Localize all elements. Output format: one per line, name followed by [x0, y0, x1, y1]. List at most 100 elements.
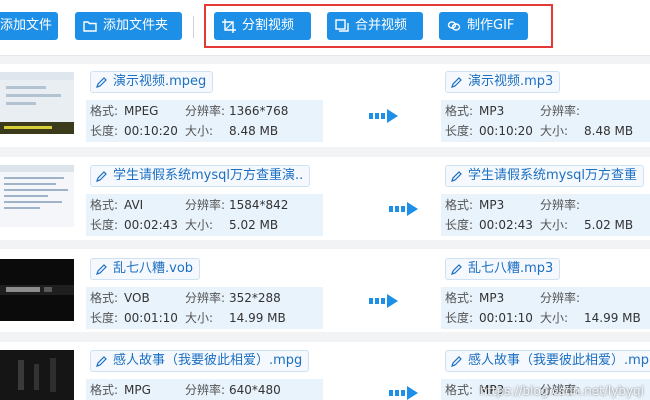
- edit-icon: [451, 263, 462, 275]
- resolution-value: 640*480: [229, 383, 281, 397]
- target-filename-text: 乱七八糟.mp3: [468, 261, 554, 276]
- size-value: 8.48 MB: [229, 124, 279, 138]
- target-info-panel: 格式: MP3 分辨率: 长度: 00:02:43 大小: 5.02 MB: [441, 194, 650, 236]
- duration-label: 长度:: [445, 311, 474, 325]
- format-value: MP3: [479, 104, 505, 118]
- duration-label: 长度:: [90, 218, 119, 232]
- target-filename-text: 感人故事（我要彼此相爱）.mp3: [468, 353, 650, 368]
- size-label: 大小:: [185, 311, 214, 325]
- source-info-panel: 格式: MPEG 分辨率: 1366*768 长度: 00:10:20 大小: …: [86, 100, 323, 142]
- convert-arrow-icon: [389, 202, 418, 216]
- file-row[interactable]: 学生请假系统mysql万方查重演.. 格式: AVI 分辨率: 1584*842…: [0, 157, 650, 240]
- video-thumbnail: [0, 259, 74, 321]
- edit-icon: [451, 76, 462, 88]
- source-filename-text: 学生请假系统mysql万方查重演..: [113, 168, 304, 183]
- size-label: 大小:: [185, 218, 214, 232]
- source-filename[interactable]: 学生请假系统mysql万方查重演..: [90, 165, 311, 187]
- size-value: 14.99 MB: [584, 311, 641, 325]
- format-label: 格式:: [90, 104, 119, 118]
- resolution-label: 分辨率:: [185, 198, 226, 212]
- target-filename[interactable]: 学生请假系统mysql万方查重: [445, 165, 644, 187]
- make-gif-button[interactable]: 制作GIF: [439, 12, 528, 40]
- size-value: 5.02 MB: [229, 218, 279, 232]
- format-label: 格式:: [90, 291, 119, 305]
- add-file-label: 添加文件: [0, 18, 53, 33]
- target-filename[interactable]: 乱七八糟.mp3: [445, 258, 561, 280]
- merge-video-button[interactable]: 合并视频: [327, 12, 423, 40]
- target-filename[interactable]: 感人故事（我要彼此相爱）.mp3: [445, 350, 650, 372]
- source-filename[interactable]: 演示视频.mpeg: [90, 71, 214, 93]
- format-label: 格式:: [90, 198, 119, 212]
- file-row[interactable]: 乱七八糟.vob 格式: VOB 分辨率: 352*288 长度: 00:01:…: [0, 249, 650, 332]
- link-icon: [447, 21, 461, 31]
- resolution-value: 1584*842: [229, 198, 289, 212]
- resolution-label: 分辨率:: [185, 104, 226, 118]
- format-value: MP3: [479, 198, 505, 212]
- format-value: MP3: [479, 291, 505, 305]
- toolbar: 添加文件 添加文件夹 分割视频 合并视频 制作GIF: [0, 0, 650, 56]
- duration-label: 长度:: [90, 124, 119, 138]
- source-filename[interactable]: 乱七八糟.vob: [90, 258, 201, 280]
- source-filename-text: 演示视频.mpeg: [113, 74, 207, 89]
- duration-value: 00:01:10: [124, 311, 178, 325]
- size-value: 14.99 MB: [229, 311, 286, 325]
- target-info-panel: 格式: MP3 分辨率: 长度: 00:10:20 大小: 8.48 MB: [441, 100, 650, 142]
- crop-icon: [222, 19, 236, 33]
- duration-value: 00:02:43: [124, 218, 178, 232]
- size-label: 大小:: [540, 124, 569, 138]
- duration-value: 00:02:43: [479, 218, 533, 232]
- merge-video-label: 合并视频: [355, 18, 408, 33]
- video-thumbnail: [0, 72, 74, 134]
- target-filename-text: 演示视频.mp3: [468, 74, 554, 89]
- resolution-value: 1366*768: [229, 104, 289, 118]
- size-value: 5.02 MB: [584, 218, 634, 232]
- edit-icon: [451, 170, 462, 182]
- target-filename[interactable]: 演示视频.mp3: [445, 71, 561, 93]
- file-row[interactable]: 演示视频.mpeg 格式: MPEG 分辨率: 1366*768 长度: 00:…: [0, 64, 650, 147]
- convert-arrow-icon: [389, 386, 418, 400]
- convert-arrow-icon: [369, 294, 398, 308]
- toolbar-divider: [193, 16, 194, 38]
- duration-label: 长度:: [445, 218, 474, 232]
- source-filename-text: 乱七八糟.vob: [113, 261, 194, 276]
- resolution-label: 分辨率:: [540, 198, 581, 212]
- format-label: 格式:: [445, 383, 474, 397]
- target-filename-text: 学生请假系统mysql万方查重: [468, 168, 637, 183]
- size-label: 大小:: [540, 218, 569, 232]
- duration-value: 00:10:20: [124, 124, 178, 138]
- format-label: 格式:: [90, 383, 119, 397]
- format-value: VOB: [124, 291, 150, 305]
- duration-label: 长度:: [445, 124, 474, 138]
- watermark: https://blog.csdn.net/lybyqi: [479, 384, 644, 398]
- source-info-panel: 格式: MPG 分辨率: 640*480: [86, 379, 323, 400]
- resolution-label: 分辨率:: [540, 291, 581, 305]
- duration-value: 00:10:20: [479, 124, 533, 138]
- format-label: 格式:: [445, 291, 474, 305]
- resolution-value: 352*288: [229, 291, 281, 305]
- folder-icon: [83, 21, 97, 32]
- video-thumbnail: [0, 350, 74, 400]
- source-filename[interactable]: 感人故事（我要彼此相爱）.mpg: [90, 350, 310, 372]
- edit-icon: [96, 263, 107, 275]
- convert-arrow-icon: [369, 109, 398, 123]
- edit-icon: [451, 355, 462, 367]
- format-value: MPEG: [124, 104, 159, 118]
- video-thumbnail: [0, 165, 74, 227]
- size-label: 大小:: [185, 124, 214, 138]
- source-info-panel: 格式: VOB 分辨率: 352*288 长度: 00:01:10 大小: 14…: [86, 287, 323, 329]
- size-label: 大小:: [540, 311, 569, 325]
- resolution-label: 分辨率:: [185, 291, 226, 305]
- add-file-button[interactable]: 添加文件: [0, 12, 58, 40]
- format-value: AVI: [124, 198, 144, 212]
- source-filename-text: 感人故事（我要彼此相爱）.mpg: [113, 353, 303, 368]
- resolution-label: 分辨率:: [540, 104, 581, 118]
- add-folder-button[interactable]: 添加文件夹: [75, 12, 182, 40]
- split-video-button[interactable]: 分割视频: [214, 12, 311, 40]
- make-gif-label: 制作GIF: [467, 18, 515, 33]
- source-info-panel: 格式: AVI 分辨率: 1584*842 长度: 00:02:43 大小: 5…: [86, 194, 323, 236]
- edit-icon: [96, 355, 107, 367]
- edit-icon: [96, 76, 107, 88]
- duration-value: 00:01:10: [479, 311, 533, 325]
- edit-icon: [96, 170, 107, 182]
- size-value: 8.48 MB: [584, 124, 634, 138]
